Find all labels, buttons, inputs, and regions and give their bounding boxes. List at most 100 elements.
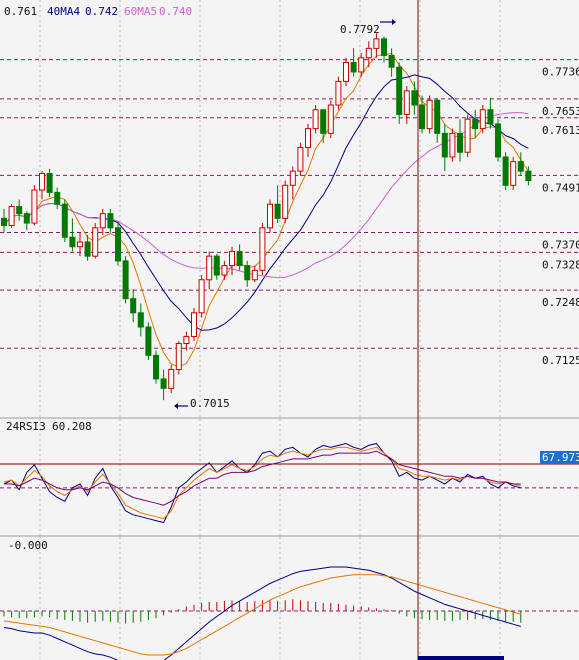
candle-up	[92, 223, 99, 259]
candlesticks	[1, 33, 532, 401]
candle-down	[122, 256, 129, 304]
candle-up	[305, 123, 311, 157]
candle-up	[365, 41, 372, 68]
time-scroll-indicator[interactable]	[418, 656, 504, 660]
candle-body	[153, 354, 159, 380]
candle-body	[297, 147, 304, 172]
candle-down	[137, 303, 144, 337]
candle-up	[343, 57, 349, 87]
candle-up	[373, 33, 380, 58]
rsi-grid	[0, 419, 579, 536]
chart-canvas[interactable]: 0.761 40MA4 0.742 60MA5 0.740 0.7736 0.76…	[0, 0, 579, 660]
macd-signal-line	[3, 574, 521, 656]
high-label: 0.7792	[340, 23, 380, 36]
rsi-box-text: 67.973	[542, 451, 579, 464]
forex-chart[interactable]: 0.761 40MA4 0.742 60MA5 0.740 0.7736 0.76…	[0, 0, 579, 660]
candle-up	[229, 246, 235, 276]
candle-body	[327, 104, 334, 134]
candle-down	[434, 97, 441, 143]
macd-grid	[0, 537, 579, 660]
candle-down	[350, 48, 357, 77]
candle-up	[267, 199, 273, 233]
ma-fast-line	[3, 52, 529, 368]
price-level-labels: 0.7736 0.7653 0.7613 0.7491 0.7370 0.7328 0.72…	[542, 66, 579, 368]
candle-up	[8, 204, 15, 228]
candle-body	[8, 206, 15, 226]
candle-body	[396, 66, 403, 115]
candle-body	[221, 265, 228, 276]
candle-body	[426, 99, 433, 130]
candle-body	[115, 227, 121, 262]
candle-body	[495, 123, 501, 158]
price-level-label: 0.7736	[542, 66, 579, 79]
candle-down	[130, 289, 137, 323]
candle-up	[335, 76, 342, 110]
candle-body	[244, 265, 251, 281]
candle-body	[457, 132, 463, 153]
candle-body	[54, 191, 61, 205]
price-level-label: 0.7613	[542, 124, 579, 137]
macd-lines	[3, 566, 521, 660]
high-annotation: 0.7792	[340, 19, 396, 36]
candle-body	[251, 269, 258, 281]
candle-body	[206, 255, 213, 281]
candle-up	[198, 275, 205, 318]
candle-up	[282, 180, 289, 224]
candle-body	[229, 250, 235, 267]
candle-up	[464, 114, 471, 157]
candle-body	[289, 170, 296, 186]
candle-body	[198, 279, 205, 314]
candle-body	[358, 57, 365, 73]
candle-down	[320, 109, 327, 143]
candle-body	[403, 90, 410, 115]
candle-up	[251, 265, 258, 283]
candle-body	[107, 213, 114, 229]
rsi-label: 24RSI3	[6, 420, 46, 433]
candle-down	[46, 168, 53, 198]
candle-down	[23, 211, 30, 231]
candle-up	[479, 105, 486, 134]
candle-up	[312, 105, 319, 134]
candle-body	[145, 326, 152, 356]
candle-body	[1, 217, 7, 226]
candle-body	[282, 184, 289, 219]
candle-down	[517, 152, 524, 176]
candle-body	[46, 172, 53, 193]
candle-up	[449, 128, 456, 162]
candle-down	[115, 223, 121, 266]
candle-down	[274, 185, 281, 224]
ma3-label: 60MA5	[124, 5, 157, 18]
candle-up	[175, 341, 182, 375]
candle-down	[495, 119, 501, 162]
moving-average-lines	[3, 52, 529, 368]
candle-body	[122, 260, 129, 300]
candle-body	[236, 250, 243, 267]
candle-up	[259, 223, 266, 276]
candle-body	[274, 203, 281, 219]
candle-down	[153, 350, 159, 384]
candle-body	[434, 99, 441, 134]
candle-body	[175, 343, 182, 370]
candle-body	[312, 109, 319, 130]
candle-body	[487, 109, 494, 125]
candle-body	[381, 38, 387, 56]
candle-body	[92, 227, 99, 257]
candle-down	[441, 123, 448, 172]
candle-up	[99, 208, 106, 235]
candle-body	[449, 132, 456, 158]
candle-down	[411, 81, 418, 115]
candle-body	[305, 128, 311, 149]
candle-body	[388, 54, 395, 68]
candle-body	[137, 312, 144, 328]
candle-up	[191, 308, 197, 342]
rsi-value: 60.208	[52, 420, 92, 433]
candle-down	[69, 218, 76, 252]
candle-body	[213, 255, 220, 276]
candle-body	[84, 241, 91, 257]
candle-body	[525, 170, 532, 182]
candle-body	[69, 236, 76, 248]
candle-body	[168, 368, 175, 389]
candle-down	[472, 109, 479, 139]
candle-up	[206, 251, 213, 290]
candle-body	[130, 298, 137, 314]
